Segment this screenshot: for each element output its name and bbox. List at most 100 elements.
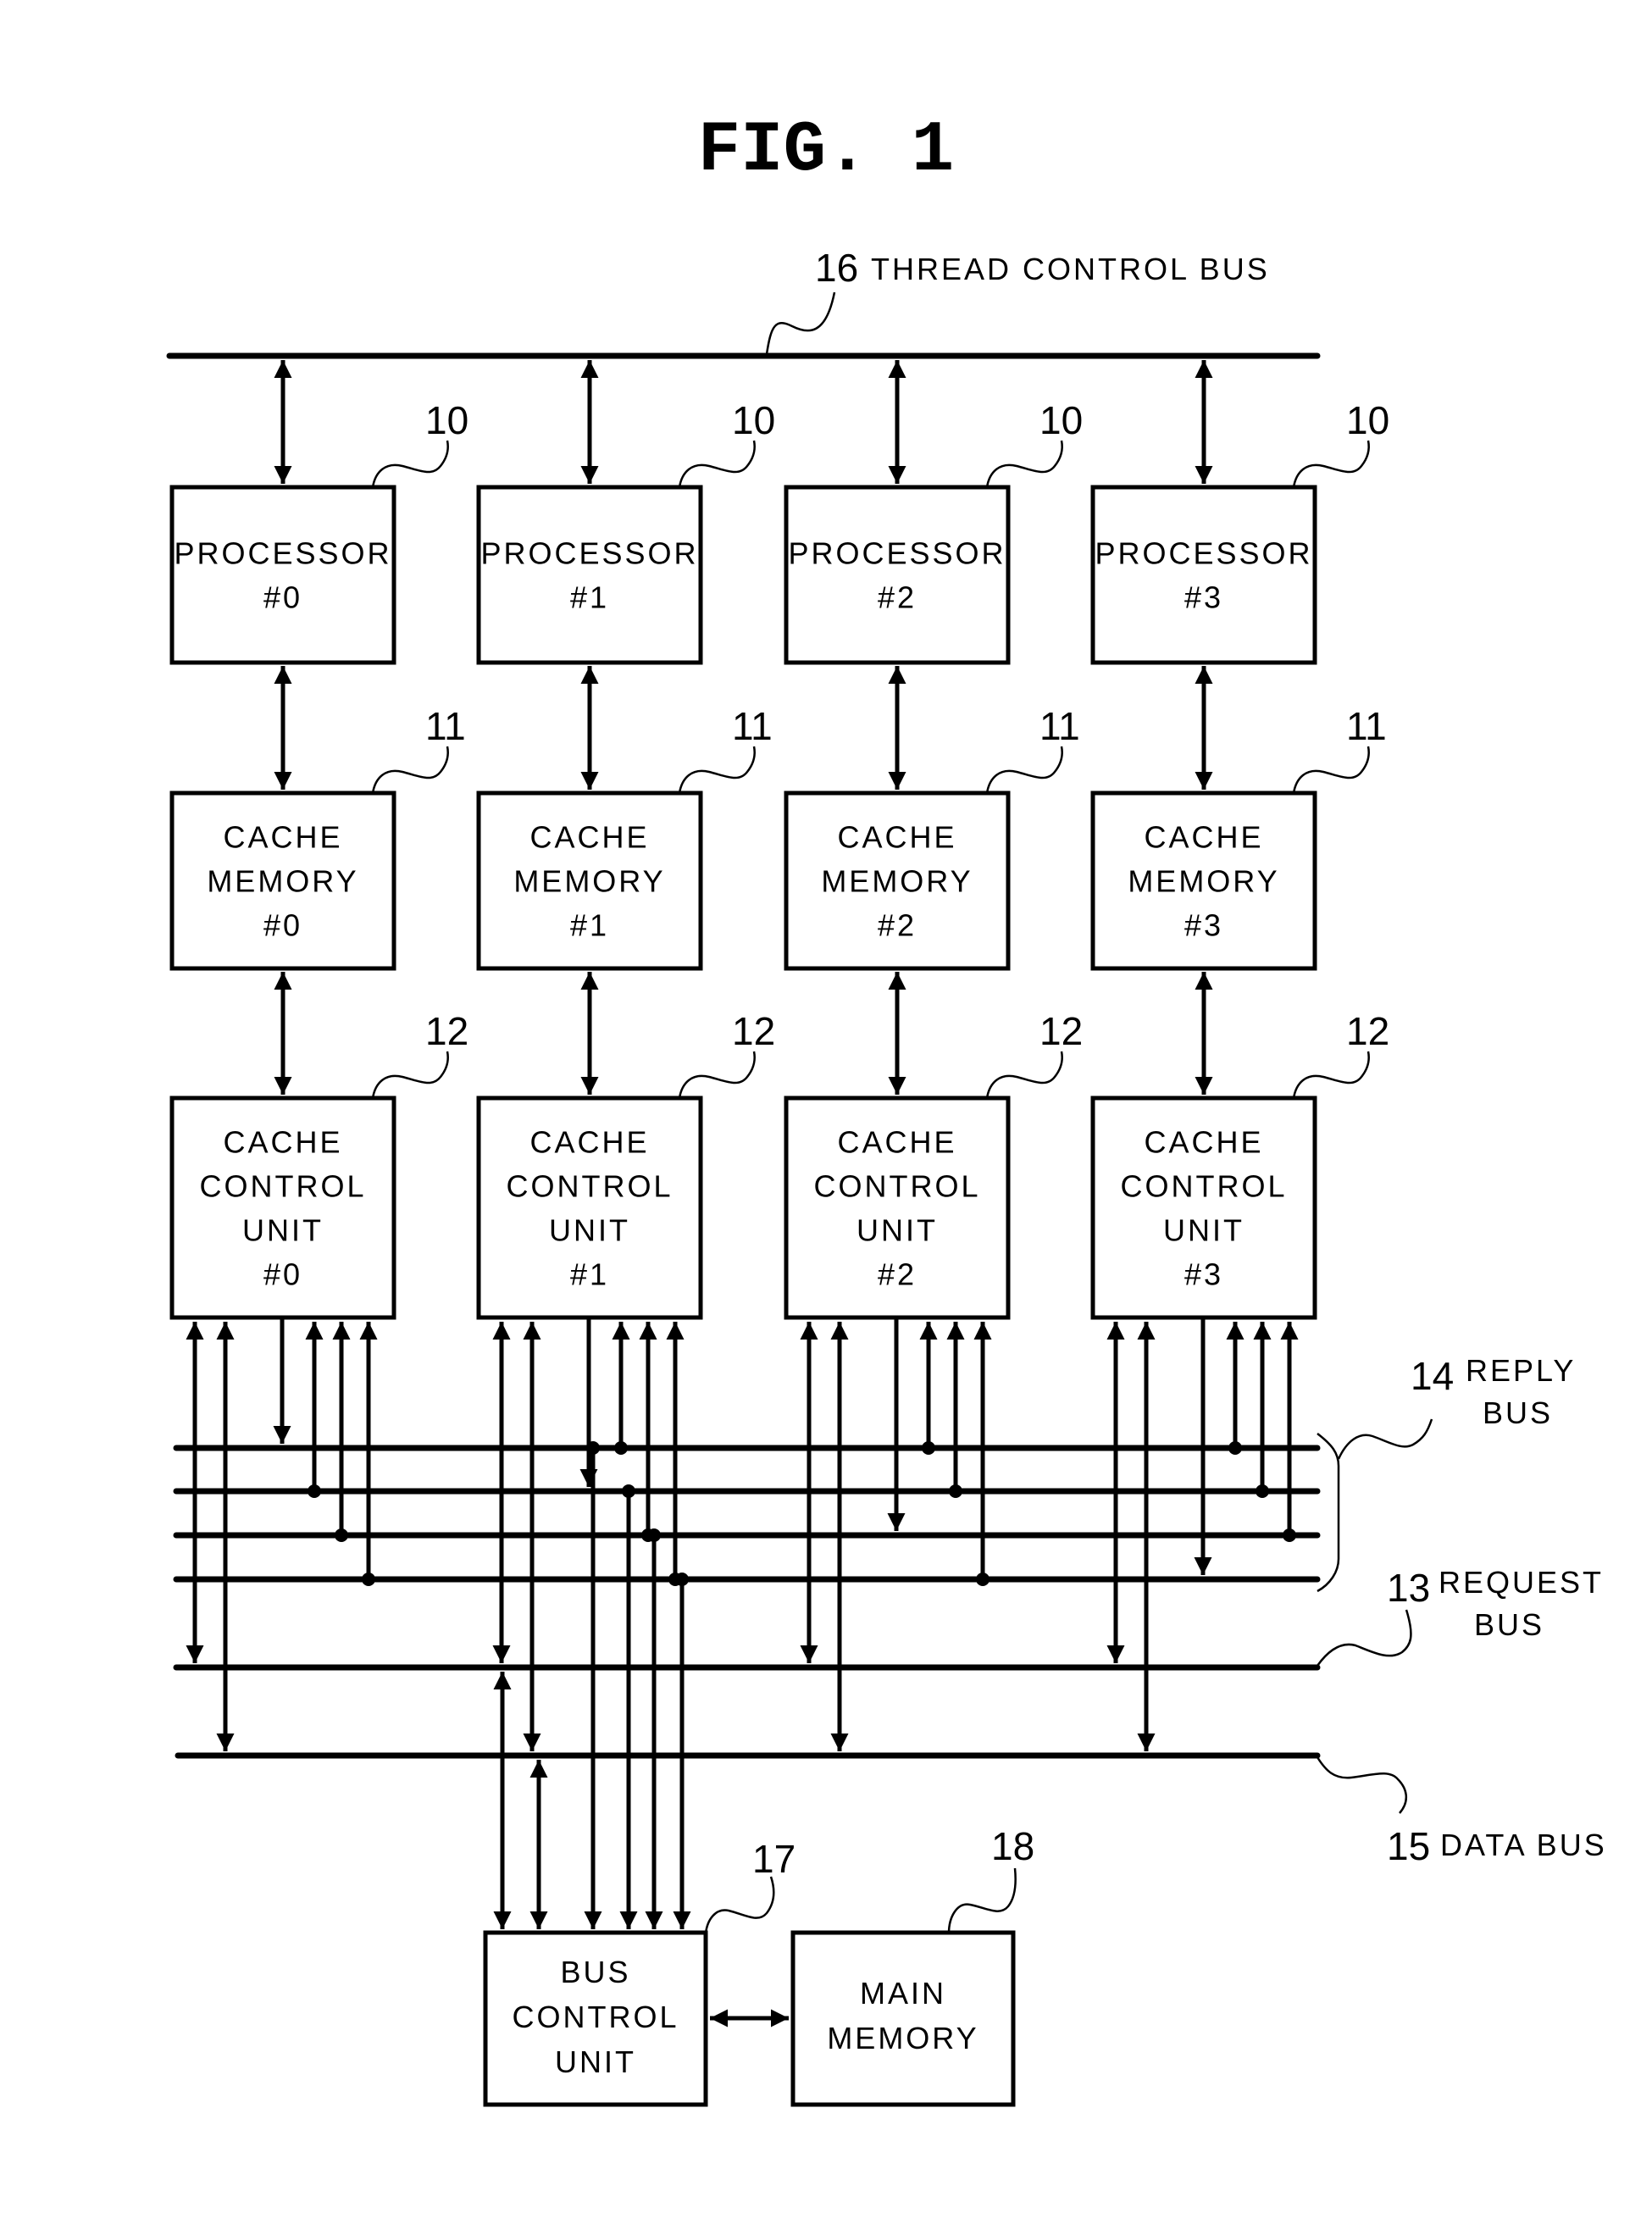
column-2: PROCESSOR #2 10 CACHE MEMORY #2 11 CACHE CONTROL… <box>784 360 1083 1320</box>
reply-bus-label-line1: REPLY <box>1466 1353 1576 1388</box>
bus-junction-dot <box>675 1573 689 1586</box>
bus-junction-dot <box>922 1441 935 1455</box>
cache-control-unit-ref: 12 <box>1039 1009 1083 1053</box>
cache-control-unit-leader <box>678 1051 756 1099</box>
processor-ref: 10 <box>1346 398 1389 442</box>
figure-title: FIG. 1 <box>698 111 954 191</box>
cache-control-unit-label-line3: UNIT <box>242 1213 324 1248</box>
bus-junction-dot <box>308 1484 321 1498</box>
cache-control-unit-label-line4: #3 <box>1184 1257 1223 1292</box>
processor-leader <box>678 440 756 488</box>
column-1: PROCESSOR #1 10 CACHE MEMORY #1 11 CACHE CONTROL… <box>476 360 775 1320</box>
cache-control-unit-label-line4: #1 <box>570 1257 609 1292</box>
bus-junction-dot <box>586 1441 600 1455</box>
processor-leader <box>1292 440 1370 488</box>
processor-columns: PROCESSOR #0 10 CACHE MEMORY #0 11 CACHE CONTROL… <box>169 360 1389 1320</box>
cache-memory-label-line3: #1 <box>570 908 609 943</box>
cache-memory-label-line2: MEMORY <box>207 864 358 899</box>
data-bus-ref: 15 <box>1387 1824 1430 1868</box>
cache-memory-leader <box>678 746 756 794</box>
column-3: PROCESSOR #3 10 CACHE MEMORY #3 11 CACHE CONTROL… <box>1090 360 1389 1320</box>
processor-box-3 <box>1090 485 1317 665</box>
cache-control-unit-ref: 12 <box>1346 1009 1389 1053</box>
cache-memory-label-line2: MEMORY <box>513 864 665 899</box>
cache-memory-leader <box>985 746 1063 794</box>
processor-label-line2: #1 <box>570 580 609 615</box>
processor-ref: 10 <box>732 398 775 442</box>
bus-control-unit-ref: 17 <box>752 1837 796 1881</box>
reply-bus-brace <box>1317 1433 1340 1593</box>
column-0: PROCESSOR #0 10 CACHE MEMORY #0 11 CACHE CONTROL… <box>169 360 468 1320</box>
cache-control-unit-label-line3: UNIT <box>1163 1213 1245 1248</box>
processor-label-line2: #2 <box>878 580 917 615</box>
thread-control-bus-label: THREAD CONTROL BUS <box>871 252 1270 286</box>
request-bus-label-line1: REQUEST <box>1439 1565 1604 1600</box>
bus-junction-dot <box>335 1528 348 1542</box>
request-bus-label-line2: BUS <box>1474 1607 1544 1642</box>
cache-memory-label-line1: CACHE <box>837 820 956 855</box>
cache-memory-label-line3: #2 <box>878 908 917 943</box>
processor-box-1 <box>476 485 703 665</box>
cache-memory-label-line1: CACHE <box>223 820 342 855</box>
cache-memory-leader <box>371 746 449 794</box>
cache-control-unit-label-line2: CONTROL <box>1120 1169 1287 1204</box>
processor-label-line1: PROCESSOR <box>480 536 698 571</box>
bus-junction-dot <box>362 1573 375 1586</box>
bus-junction-dot <box>1256 1484 1269 1498</box>
cache-memory-ref: 11 <box>1346 704 1387 748</box>
cache-control-unit-label-line2: CONTROL <box>506 1169 673 1204</box>
cache-control-unit-leader <box>1292 1051 1370 1099</box>
cache-memory-leader <box>1292 746 1370 794</box>
thread-control-bus-ref: 16 <box>815 246 858 290</box>
main-memory-box <box>790 1930 1016 2107</box>
bus-junction-dot <box>976 1573 990 1586</box>
processor-label-line1: PROCESSOR <box>1095 536 1312 571</box>
cache-control-unit-label-line2: CONTROL <box>813 1169 980 1204</box>
bus-control-unit-line3: UNIT <box>555 2044 636 2079</box>
cache-memory-label-line3: #0 <box>263 908 302 943</box>
processor-ref: 10 <box>1039 398 1083 442</box>
bus-control-unit-line1: BUS <box>560 1955 630 1989</box>
thread-control-bus-leader <box>765 291 836 355</box>
processor-box-0 <box>169 485 396 665</box>
reply-bus-ref: 14 <box>1411 1354 1454 1398</box>
request-bus-leader <box>1316 1609 1412 1667</box>
cache-control-unit-label-line1: CACHE <box>1144 1125 1263 1160</box>
reply-bus-leader <box>1337 1418 1433 1460</box>
cache-control-unit-label-line4: #2 <box>878 1257 917 1292</box>
cache-control-unit-ref: 12 <box>425 1009 468 1053</box>
cache-control-unit-label-line1: CACHE <box>837 1125 956 1160</box>
request-bus-ref: 13 <box>1387 1566 1430 1610</box>
processor-label-line2: #3 <box>1184 580 1223 615</box>
cache-memory-label-line1: CACHE <box>529 820 649 855</box>
bus-control-unit-leader <box>704 1876 775 1934</box>
main-memory-leader <box>947 1867 1017 1934</box>
bus-junction-dot <box>949 1484 962 1498</box>
cache-control-unit-label-line1: CACHE <box>529 1125 649 1160</box>
cache-control-unit-leader <box>371 1051 449 1099</box>
main-memory-line2: MEMORY <box>827 2021 978 2055</box>
bus-junction-dot <box>622 1484 635 1498</box>
cache-control-unit-label-line3: UNIT <box>856 1213 938 1248</box>
data-bus-label: DATA BUS <box>1440 1828 1607 1862</box>
system-block-diagram: FIG. 1 16 THREAD CONTROL BUS PROCESSOR #0… <box>166 111 1607 2107</box>
cache-control-unit-label-line4: #0 <box>263 1257 302 1292</box>
processor-label-line2: #0 <box>263 580 302 615</box>
cache-control-unit-leader <box>985 1051 1063 1099</box>
main-memory-ref: 18 <box>991 1824 1034 1868</box>
processor-leader <box>371 440 449 488</box>
reply-bus-label-line2: BUS <box>1483 1395 1553 1430</box>
cache-control-unit-ref: 12 <box>732 1009 775 1053</box>
bus-junction-dot <box>1283 1528 1296 1542</box>
bus-junction-dot <box>614 1441 628 1455</box>
cache-control-unit-label-line3: UNIT <box>549 1213 630 1248</box>
cache-memory-ref: 11 <box>425 704 466 748</box>
processor-label-line1: PROCESSOR <box>788 536 1006 571</box>
bus-junction-dot <box>1228 1441 1242 1455</box>
cache-memory-label-line2: MEMORY <box>821 864 973 899</box>
bus-control-unit-line2: CONTROL <box>512 2000 679 2034</box>
bus-junction-dot <box>647 1528 661 1542</box>
bus-wiring <box>186 1319 1299 1929</box>
main-memory-line1: MAIN <box>860 1976 946 2011</box>
cache-control-unit-label-line1: CACHE <box>223 1125 342 1160</box>
